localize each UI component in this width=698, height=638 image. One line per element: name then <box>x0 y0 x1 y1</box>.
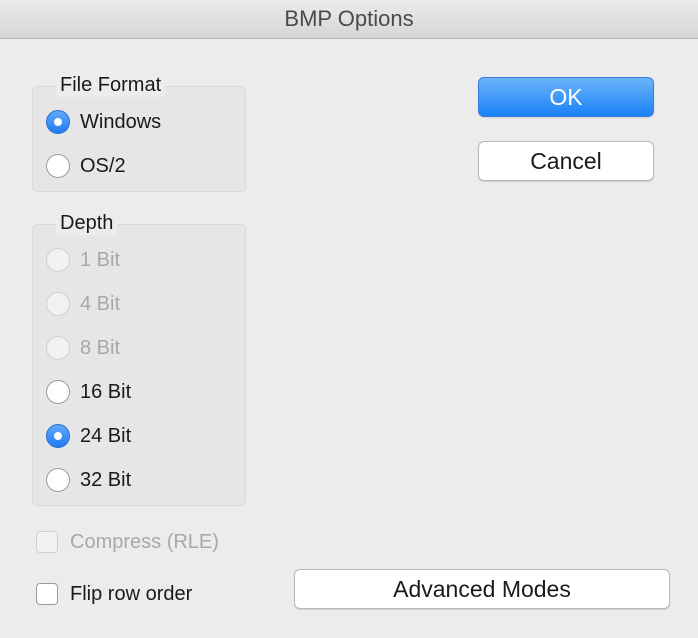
depth-option-label: 16 Bit <box>80 380 132 403</box>
depth-option-24bit[interactable]: 24 Bit <box>46 422 131 450</box>
depth-option-4bit: 4 Bit <box>46 290 120 318</box>
depth-option-label: 32 Bit <box>80 468 132 491</box>
window-title: BMP Options <box>0 0 698 39</box>
format-option-label: Windows <box>80 110 162 133</box>
radio-disabled-icon <box>46 336 70 360</box>
file-format-label: File Format <box>56 74 166 97</box>
depth-option-32bit[interactable]: 32 Bit <box>46 466 131 494</box>
format-option-label: OS/2 <box>80 154 126 177</box>
radio-disabled-icon <box>46 292 70 316</box>
flip-row-order-checkbox[interactable]: Flip row order <box>36 580 192 608</box>
cancel-button[interactable]: Cancel <box>478 141 654 181</box>
radio-disabled-icon <box>46 248 70 272</box>
depth-label: Depth <box>56 212 118 235</box>
depth-option-1bit: 1 Bit <box>46 246 120 274</box>
depth-option-16bit[interactable]: 16 Bit <box>46 378 131 406</box>
format-option-windows[interactable]: Windows <box>46 108 161 136</box>
compress-rle-checkbox: Compress (RLE) <box>36 528 219 556</box>
depth-option-label: 24 Bit <box>80 424 132 447</box>
format-option-os2[interactable]: OS/2 <box>46 152 126 180</box>
depth-option-label: 4 Bit <box>80 292 121 315</box>
radio-selected-icon <box>46 110 70 134</box>
depth-option-label: 8 Bit <box>80 336 121 359</box>
radio-unselected-icon <box>46 154 70 178</box>
radio-selected-icon <box>46 424 70 448</box>
depth-option-label: 1 Bit <box>80 248 121 271</box>
radio-unselected-icon <box>46 380 70 404</box>
checkbox-unchecked-icon <box>36 583 58 605</box>
checkbox-disabled-icon <box>36 531 58 553</box>
compress-rle-label: Compress (RLE) <box>70 530 219 553</box>
radio-unselected-icon <box>46 468 70 492</box>
ok-button[interactable]: OK <box>478 77 654 117</box>
flip-row-order-label: Flip row order <box>70 582 193 605</box>
advanced-modes-button[interactable]: Advanced Modes <box>294 569 670 609</box>
depth-option-8bit: 8 Bit <box>46 334 120 362</box>
